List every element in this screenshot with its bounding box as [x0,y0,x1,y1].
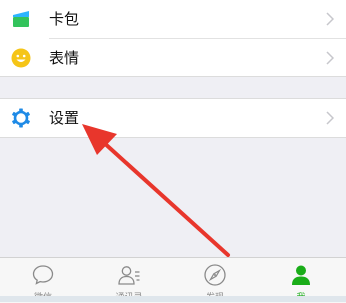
contacts-icon [118,266,140,285]
card-wallet-icon [13,11,29,27]
menu-group-settings: 设置 [0,98,346,138]
compass-icon [204,264,226,286]
chevron-right-icon [326,51,334,65]
menu-item-card-wallet[interactable]: 卡包 [0,0,346,38]
chevron-right-icon [326,111,334,125]
menu-item-stickers[interactable]: 表情 [0,39,346,77]
menu-item-label: 表情 [49,49,80,67]
person-icon [292,265,310,285]
chat-bubble-icon [32,265,54,285]
smiley-face-icon [11,48,31,68]
bottom-edge-strip [0,296,346,302]
menu-group-top: 卡包 表情 [0,0,346,77]
chevron-right-icon [326,12,334,26]
gear-icon [12,108,30,128]
menu-item-settings[interactable]: 设置 [0,99,346,137]
menu-item-label: 卡包 [49,10,80,28]
menu-item-label: 设置 [49,109,80,127]
